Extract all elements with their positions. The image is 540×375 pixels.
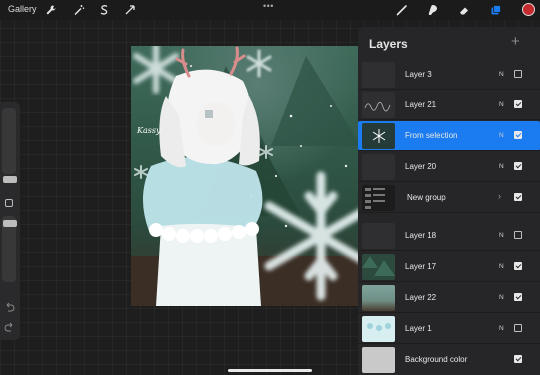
layer-row[interactable]: Layer 3 N xyxy=(358,60,540,90)
smudge-icon[interactable] xyxy=(426,3,440,17)
layer-thumbnail xyxy=(362,62,395,88)
brush-size-thumb[interactable] xyxy=(3,176,17,183)
group-name: New group xyxy=(407,193,446,202)
layers-icon[interactable] xyxy=(489,3,503,17)
left-sidebar xyxy=(0,102,20,340)
layer-visibility-checkbox[interactable] xyxy=(514,262,522,270)
layers-title: Layers xyxy=(369,37,408,51)
chevron-right-icon[interactable]: › xyxy=(498,191,501,201)
top-toolbar: Gallery ••• xyxy=(0,0,540,20)
layer-row[interactable]: Layer 18 N xyxy=(358,221,540,251)
ellipsis-icon[interactable]: ••• xyxy=(263,1,274,11)
opacity-thumb[interactable] xyxy=(3,220,17,227)
artist-signature: Kassy xyxy=(137,126,161,135)
layer-visibility-checkbox[interactable] xyxy=(514,100,522,108)
layer-row[interactable]: Layer 20 N xyxy=(358,152,540,182)
opacity-slider[interactable] xyxy=(2,216,17,282)
layer-name: Layer 22 xyxy=(405,293,437,302)
brush-size-slider[interactable] xyxy=(2,108,17,183)
undo-icon[interactable] xyxy=(4,302,15,313)
layer-row[interactable]: Layer 17 N xyxy=(358,252,540,282)
layer-thumbnail xyxy=(362,285,395,311)
layer-thumbnail xyxy=(362,92,395,118)
layer-thumbnail xyxy=(362,223,395,249)
magic-wand-icon[interactable] xyxy=(72,3,86,17)
layer-row[interactable]: Layer 1 N xyxy=(358,314,540,344)
brush-icon[interactable] xyxy=(395,3,409,17)
gallery-button[interactable]: Gallery xyxy=(8,4,37,14)
layers-panel: Layers + Layer 3 N Layer 21 N From selec… xyxy=(358,27,540,375)
layer-visibility-checkbox[interactable] xyxy=(514,324,522,332)
layer-name: Layer 17 xyxy=(405,262,437,271)
wrench-icon[interactable] xyxy=(44,3,58,17)
blend-mode[interactable]: N xyxy=(499,325,504,332)
layer-name: Layer 21 xyxy=(405,100,437,109)
layer-thumbnail xyxy=(362,254,395,280)
layer-visibility-checkbox[interactable] xyxy=(514,293,522,301)
plus-icon[interactable]: + xyxy=(511,33,520,50)
layer-thumbnail xyxy=(362,123,395,149)
blend-mode[interactable]: N xyxy=(499,71,504,78)
layer-row[interactable]: Layer 21 N xyxy=(358,90,540,120)
artwork-illustration xyxy=(131,46,361,306)
blend-mode[interactable]: N xyxy=(499,132,504,139)
layer-visibility-checkbox[interactable] xyxy=(514,193,522,201)
layer-visibility-checkbox[interactable] xyxy=(514,231,522,239)
modify-button[interactable] xyxy=(5,199,13,207)
layer-visibility-checkbox[interactable] xyxy=(514,355,522,363)
layer-name: Layer 20 xyxy=(405,162,437,171)
blend-mode[interactable]: N xyxy=(499,294,504,301)
layer-visibility-checkbox[interactable] xyxy=(514,131,522,139)
layer-thumbnail xyxy=(362,154,395,180)
group-thumbnail xyxy=(362,185,395,211)
transform-arrow-icon[interactable] xyxy=(123,3,137,17)
layer-row-selected[interactable]: From selection N xyxy=(358,121,540,151)
layer-name: Background color xyxy=(405,355,468,364)
selection-s-icon[interactable] xyxy=(97,3,111,17)
blend-mode[interactable]: N xyxy=(499,163,504,170)
layer-row[interactable]: Layer 22 N xyxy=(358,283,540,313)
blend-mode[interactable]: N xyxy=(499,101,504,108)
eraser-icon[interactable] xyxy=(457,3,471,17)
blend-mode[interactable]: N xyxy=(499,263,504,270)
artwork-canvas[interactable]: Kassy xyxy=(131,46,361,306)
layer-visibility-checkbox[interactable] xyxy=(514,70,522,78)
color-swatch[interactable] xyxy=(522,3,535,16)
redo-icon[interactable] xyxy=(4,322,15,333)
layer-name: Layer 3 xyxy=(405,70,432,79)
blend-mode[interactable]: N xyxy=(499,232,504,239)
layer-group-row[interactable]: New group › xyxy=(358,183,540,213)
layer-name: From selection xyxy=(405,131,458,140)
background-color-row[interactable]: Background color xyxy=(358,345,540,375)
layer-name: Layer 18 xyxy=(405,231,437,240)
layer-thumbnail xyxy=(362,316,395,342)
layer-visibility-checkbox[interactable] xyxy=(514,162,522,170)
home-indicator xyxy=(228,369,312,372)
background-color-swatch[interactable] xyxy=(362,347,395,373)
layer-name: Layer 1 xyxy=(405,324,432,333)
